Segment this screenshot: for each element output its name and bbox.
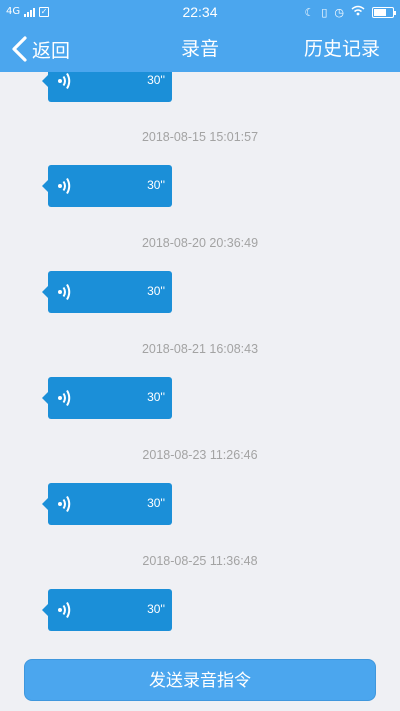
send-recording-command-button[interactable]: 发送录音指令 — [24, 659, 376, 701]
status-bar: 4G ✓ 22:34 ☾ ▯ ◷ — [0, 0, 400, 26]
sound-wave-icon — [58, 601, 71, 619]
recording-timestamp: 2018-08-23 11:26:46 — [142, 448, 258, 462]
back-label: 返回 — [32, 39, 71, 62]
voice-message-bubble[interactable]: 30'' — [42, 483, 172, 525]
sound-wave-icon — [58, 177, 71, 195]
chevron-left-icon — [12, 36, 27, 62]
voice-message-bubble[interactable]: 30'' — [42, 589, 172, 631]
voice-message-bubble[interactable]: 30'' — [42, 165, 172, 207]
header-bar: 返回 录音 历史记录 — [0, 26, 400, 72]
sound-wave-icon — [58, 389, 71, 407]
recording-timestamp: 2018-08-25 11:36:48 — [142, 554, 258, 568]
sound-wave-icon — [58, 495, 71, 513]
voice-message-bubble[interactable]: 30'' — [42, 271, 172, 313]
duration-label: 30'' — [147, 284, 165, 298]
recording-timestamp: 2018-08-21 16:08:43 — [141, 342, 259, 356]
recording-timestamp: 2018-08-15 15:01:57 — [141, 130, 259, 144]
recording-timestamp: 2018-08-20 20:36:49 — [141, 236, 259, 250]
duration-label: 30'' — [147, 496, 165, 510]
sound-wave-icon — [58, 72, 71, 90]
recording-list[interactable]: 30'' 2018-08-15 15:01:57 30'' 2018-08-20… — [0, 72, 400, 652]
voice-message-bubble[interactable]: 30'' — [42, 377, 172, 419]
duration-label: 30'' — [147, 602, 165, 616]
duration-label: 30'' — [147, 178, 165, 192]
duration-label: 30'' — [147, 73, 165, 87]
wifi-icon — [351, 5, 365, 19]
status-right: ☾ ▯ ◷ — [304, 5, 396, 19]
duration-label: 30'' — [147, 390, 165, 404]
history-button[interactable]: 历史记录 — [304, 26, 380, 72]
back-button[interactable]: 返回 — [10, 26, 70, 72]
moon-icon: ☾ — [304, 5, 315, 19]
sound-wave-icon — [58, 283, 71, 301]
vibrate-icon: ▯ — [321, 5, 328, 19]
alarm-icon: ◷ — [334, 5, 344, 19]
battery-icon — [372, 6, 396, 18]
voice-message-bubble[interactable]: 30'' — [42, 72, 172, 102]
